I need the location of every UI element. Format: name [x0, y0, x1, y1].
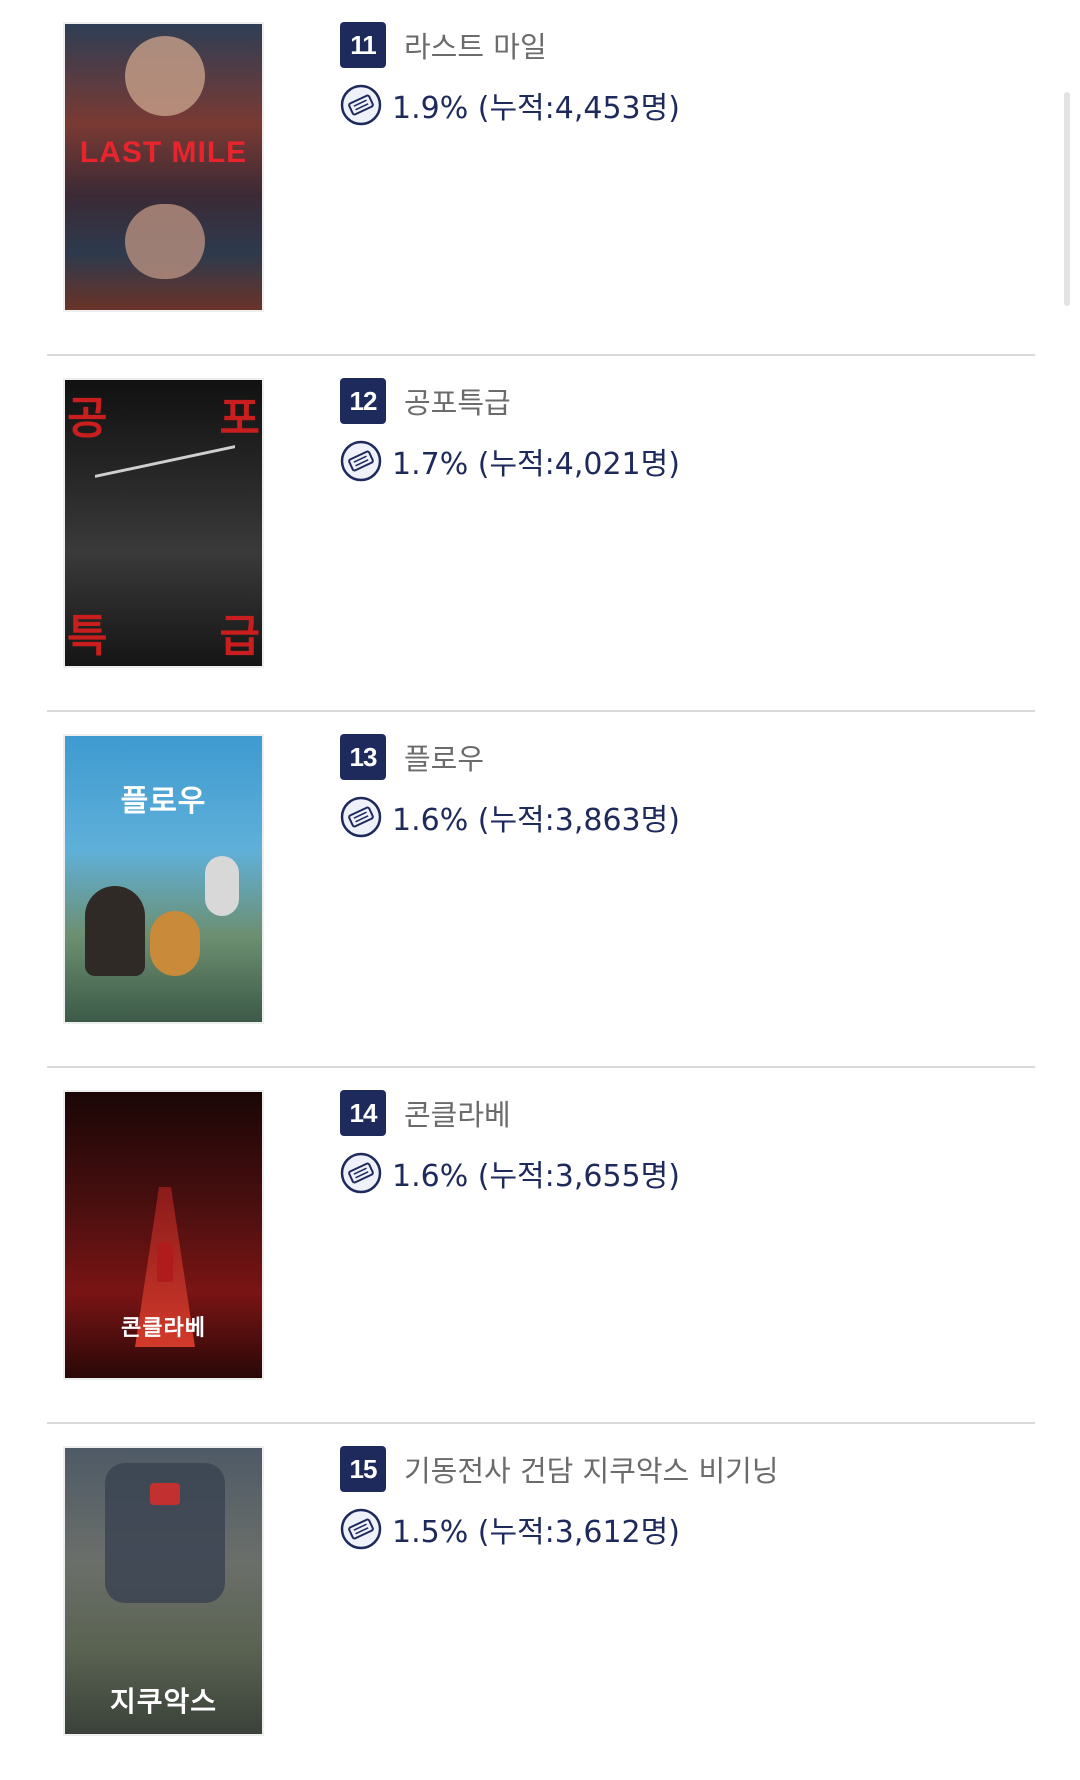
audience-share: 1.6% (누적:3,863명) — [392, 803, 680, 838]
ticket-icon — [340, 84, 382, 126]
movie-title[interactable]: 플로우 — [404, 736, 484, 778]
movie-poster[interactable]: 지쿠악스 — [63, 1446, 264, 1736]
audience-share: 1.5% (누적:3,612명) — [392, 1515, 680, 1550]
rank-badge: 13 — [340, 734, 386, 780]
movie-info: 15 기동전사 건담 지쿠악스 비기닝 1.5% (누적:3,612명) — [340, 1446, 779, 1552]
audience-share: 1.6% (누적:3,655명) — [392, 1159, 680, 1194]
movie-title[interactable]: 공포특급 — [404, 380, 511, 422]
movie-poster[interactable]: 공 포 특 급 — [63, 378, 264, 668]
ticket-icon — [340, 1152, 382, 1194]
movie-poster[interactable]: LAST MILE — [63, 22, 264, 312]
ticket-icon — [340, 1508, 382, 1550]
movie-title[interactable]: 콘클라베 — [404, 1092, 511, 1134]
movie-title[interactable]: 라스트 마일 — [404, 24, 547, 66]
ticket-icon — [340, 796, 382, 838]
movie-title[interactable]: 기동전사 건담 지쿠악스 비기닝 — [404, 1448, 779, 1490]
movie-info: 13 플로우 1.6% (누적:3,863명) — [340, 734, 680, 840]
poster-title: 콘클라베 — [121, 1315, 206, 1340]
movie-poster[interactable]: 플로우 — [63, 734, 264, 1024]
audience-share: 1.7% (누적:4,021명) — [392, 447, 680, 482]
movie-info: 12 공포특급 1.7% (누적:4,021명) — [340, 378, 680, 484]
movie-info: 14 콘클라베 1.6% (누적:3,655명) — [340, 1090, 680, 1196]
scrollbar[interactable] — [1064, 92, 1070, 306]
rank-badge: 14 — [340, 1090, 386, 1136]
movie-row[interactable]: 콘클라베 14 콘클라베 1.6% (누적:3,655명) — [47, 1068, 1035, 1424]
poster-title: LAST MILE — [79, 136, 248, 169]
ticket-icon — [340, 440, 382, 482]
rank-badge: 11 — [340, 22, 386, 68]
rank-badge: 15 — [340, 1446, 386, 1492]
movie-ranking-list: LAST MILE 11 라스트 마일 1.9% (누적:4,453명) 공 포… — [47, 0, 1035, 1780]
poster-title: 지쿠악스 — [109, 1686, 218, 1717]
movie-row[interactable]: LAST MILE 11 라스트 마일 1.9% (누적:4,453명) — [47, 0, 1035, 356]
poster-title: 플로우 — [120, 785, 207, 818]
movie-row[interactable]: 지쿠악스 15 기동전사 건담 지쿠악스 비기닝 1.5% (누적:3,612명… — [47, 1424, 1035, 1780]
audience-share: 1.9% (누적:4,453명) — [392, 91, 680, 126]
rank-badge: 12 — [340, 378, 386, 424]
movie-poster[interactable]: 콘클라베 — [63, 1090, 264, 1380]
movie-row[interactable]: 공 포 특 급 12 공포특급 1.7% (누적:4,021명) — [47, 356, 1035, 712]
movie-row[interactable]: 플로우 13 플로우 1.6% (누적:3,863명) — [47, 712, 1035, 1068]
movie-info: 11 라스트 마일 1.9% (누적:4,453명) — [340, 22, 680, 128]
